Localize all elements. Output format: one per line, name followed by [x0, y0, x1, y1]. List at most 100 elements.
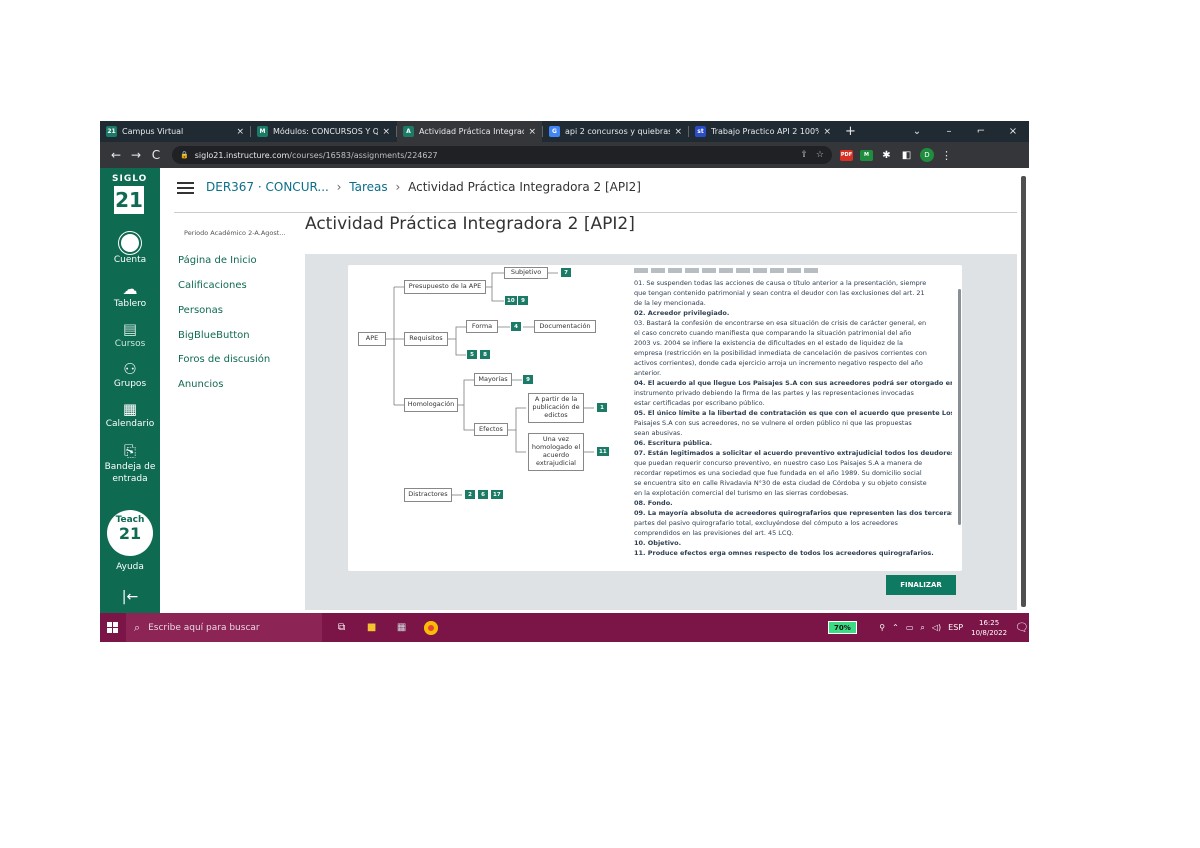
account-avatar-icon — [119, 232, 141, 254]
extensions-puzzle-icon[interactable]: ✱ — [880, 150, 893, 161]
answer-badge[interactable]: 9 — [517, 295, 529, 306]
file-explorer-icon[interactable]: ■ — [364, 620, 380, 636]
nav-courses[interactable]: ▤ Cursos — [100, 320, 160, 349]
course-nav-discussions[interactable]: Foros de discusión — [178, 354, 270, 365]
tab-search-icon[interactable]: ⌄ — [901, 126, 933, 137]
taskbar-search[interactable]: ⌕ Escribe aquí para buscar — [125, 613, 322, 642]
address-bar[interactable]: 🔒 siglo21.instructure.com /courses/16583… — [172, 146, 832, 164]
teach21-badge[interactable]: Teach 21 — [107, 510, 153, 556]
close-window-icon[interactable]: × — [997, 126, 1029, 137]
taskbar-clock[interactable]: 16:25 10/8/2022 — [971, 618, 1007, 638]
statement-line: partes del pasivo quirografario total, e… — [634, 519, 898, 527]
statement-line: anterior. — [634, 369, 662, 377]
tray-chevron-icon[interactable]: ⌃ — [892, 623, 899, 632]
breadcrumb-separator-icon: › — [336, 180, 342, 194]
notifications-icon[interactable]: 🗨 — [1015, 621, 1029, 634]
close-tab-icon[interactable]: × — [382, 127, 390, 137]
breadcrumb-section[interactable]: Tareas — [349, 180, 387, 194]
new-tab-button[interactable]: + — [837, 121, 864, 142]
network-icon[interactable]: ⌕ — [920, 623, 924, 633]
nav-inbox[interactable]: ⎘ Bandeja de entrada — [100, 442, 160, 485]
extension-icon[interactable]: M — [860, 149, 873, 161]
statement-line: 11. Produce efectos erga omnes respecto … — [634, 549, 934, 557]
task-view-icon[interactable]: ⧉ — [334, 620, 350, 636]
answer-badge[interactable]: 2 — [464, 489, 476, 500]
answer-badge[interactable]: 9 — [522, 374, 534, 385]
close-tab-icon[interactable]: × — [674, 127, 682, 137]
groups-icon: ⚇ — [123, 360, 137, 378]
answer-badge[interactable]: 1 — [596, 402, 608, 413]
language-indicator[interactable]: ESP — [948, 623, 963, 632]
minimize-icon[interactable]: – — [933, 126, 965, 137]
statements-scrollbar[interactable] — [958, 289, 961, 525]
desktop-screenshot: 21 Campus Virtual × M Módulos: CONCURSOS Y Q… — [100, 121, 1029, 642]
collapse-nav-icon[interactable]: |← — [100, 589, 160, 605]
windows-start-icon[interactable] — [100, 622, 126, 633]
tab-label: Actividad Práctica Integrador — [419, 127, 525, 136]
tab-label: Campus Virtual — [122, 127, 184, 136]
chrome-menu-icon[interactable]: ⋮ — [941, 149, 952, 162]
answer-badge[interactable]: 11 — [596, 446, 610, 457]
breadcrumb-course[interactable]: DER367 · CONCUR... — [206, 180, 329, 194]
answer-badge[interactable]: 8 — [479, 349, 491, 360]
answer-badge[interactable]: 10 — [504, 295, 518, 306]
taskbar-apps: ⧉ ■ ▦ — [334, 620, 438, 636]
statement-line: estar certificadas por escribano público… — [634, 399, 765, 407]
pdf-extension-icon[interactable]: PDF — [840, 149, 853, 161]
course-nav-people[interactable]: Personas — [178, 305, 223, 316]
nav-account-label: Cuenta — [113, 255, 147, 265]
search-icon: ⌕ — [133, 620, 141, 634]
nav-help[interactable]: Ayuda — [100, 562, 160, 572]
nav-calendar[interactable]: ▦ Calendario — [100, 400, 160, 429]
people-icon[interactable]: ⚲ — [879, 623, 885, 632]
forward-icon[interactable]: → — [126, 148, 146, 162]
answer-badge[interactable]: 7 — [560, 267, 572, 278]
profile-avatar[interactable]: D — [920, 148, 934, 162]
finalize-button[interactable]: FINALIZAR — [886, 575, 956, 595]
battery-tray-icon[interactable]: ▭ — [906, 623, 914, 632]
clock-time: 16:25 — [978, 618, 1000, 627]
back-icon[interactable]: ← — [106, 148, 126, 162]
battery-indicator[interactable]: 70% — [827, 621, 858, 634]
browser-tab[interactable]: st Trabajo Practico API 2 100% × — [689, 121, 837, 142]
bookmark-star-icon[interactable]: ☆ — [816, 150, 824, 160]
answer-badge[interactable]: 17 — [490, 489, 504, 500]
restore-icon[interactable]: ⌐ — [965, 126, 997, 137]
nav-courses-label: Cursos — [114, 339, 146, 349]
answer-badge[interactable]: 4 — [510, 321, 522, 332]
sidebar-icon[interactable]: ◧ — [900, 150, 913, 161]
nav-dashboard[interactable]: ☁ Tablero — [100, 280, 160, 309]
chrome-icon[interactable] — [423, 620, 438, 635]
course-nav-grades[interactable]: Calificaciones — [178, 280, 247, 291]
siglo-logo-text: SIGLO — [112, 174, 148, 184]
volume-icon[interactable]: ◁) — [932, 623, 941, 632]
teach-mark: 21 — [118, 524, 142, 543]
browser-tab[interactable]: 21 Campus Virtual × — [100, 121, 250, 142]
browser-tab[interactable]: A Actividad Práctica Integrador × — [397, 121, 542, 142]
siglo21-logo[interactable]: 21 — [114, 186, 144, 214]
statement-line: 09. La mayoría absoluta de acreedores qu… — [634, 509, 952, 517]
lock-icon[interactable]: 🔒 — [180, 151, 189, 159]
course-nav-home[interactable]: Página de Inicio — [178, 255, 257, 266]
nav-account[interactable]: Cuenta — [100, 232, 160, 265]
course-nav-bigbluebutton[interactable]: BigBlueButton — [178, 330, 250, 341]
calendar-icon: ▦ — [122, 400, 138, 418]
academic-period: Periodo Académico 2-A.Agost... — [184, 229, 286, 237]
reload-icon[interactable]: C — [146, 148, 166, 162]
share-icon[interactable]: ⇪ — [800, 150, 808, 160]
answer-badge[interactable]: 6 — [477, 489, 489, 500]
course-nav-announcements[interactable]: Anuncios — [178, 379, 223, 390]
close-tab-icon[interactable]: × — [528, 127, 536, 137]
browser-tab[interactable]: Gapi 2 concursos y quiebras si × — [543, 121, 688, 142]
courses-icon: ▤ — [122, 320, 138, 338]
close-tab-icon[interactable]: × — [236, 127, 244, 137]
close-tab-icon[interactable]: × — [823, 127, 831, 137]
statement-line: Paisajes S.A con sus acreedores, no se v… — [634, 419, 912, 427]
page-scrollbar[interactable] — [1021, 176, 1026, 607]
activity-card: APE Presupuesto de la APE Subjetivo Requ… — [348, 265, 962, 571]
browser-tab[interactable]: M Módulos: CONCURSOS Y QU × — [251, 121, 396, 142]
hamburger-menu-icon[interactable] — [177, 179, 194, 197]
nav-groups[interactable]: ⚇ Grupos — [100, 360, 160, 389]
answer-badge[interactable]: 5 — [466, 349, 478, 360]
calculator-icon[interactable]: ▦ — [394, 620, 410, 636]
